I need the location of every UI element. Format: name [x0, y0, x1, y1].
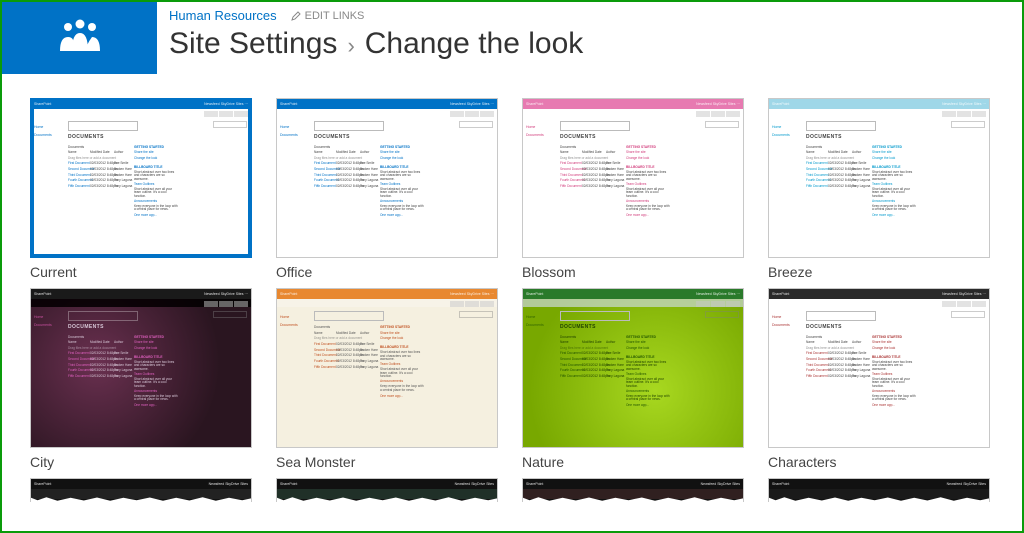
- thumb-main: DOCUMENTSDocumentsNameModified DateAutho…: [557, 117, 743, 257]
- theme-thumbnail-partial[interactable]: SharePointNewsfeedSkyDriveSites: [522, 478, 744, 502]
- theme-label: City: [30, 454, 252, 470]
- theme-label: Office: [276, 264, 498, 280]
- thumb-main: DOCUMENTSDocumentsNameModified DateAutho…: [65, 307, 251, 447]
- theme-label: Blossom: [522, 264, 744, 280]
- theme-tile[interactable]: SharePointNewsfeedSkyDriveSites⋯ HomeDocu…: [522, 98, 744, 280]
- thumb-suite-bar: SharePointNewsfeedSkyDriveSites⋯: [31, 289, 251, 299]
- theme-tile[interactable]: SharePointNewsfeedSkyDriveSites⋯ HomeDocu…: [30, 98, 252, 280]
- breadcrumb-site-settings[interactable]: Site Settings: [169, 27, 337, 61]
- thumb-ribbon-tabs: [31, 109, 251, 117]
- thumb-body: HomeDocumentsDOCUMENTSDocumentsNameModif…: [769, 117, 989, 257]
- theme-thumbnail-partial[interactable]: SharePointNewsfeedSkyDriveSites: [768, 478, 990, 502]
- theme-thumbnail[interactable]: SharePointNewsfeedSkyDriveSites⋯ HomeDocu…: [522, 288, 744, 448]
- theme-thumbnail[interactable]: SharePointNewsfeedSkyDriveSites⋯ HomeDocu…: [768, 98, 990, 258]
- breadcrumb-separator-icon: ›: [347, 33, 354, 59]
- theme-gallery: SharePointNewsfeedSkyDriveSites⋯ HomeDocu…: [2, 80, 1022, 470]
- thumb-main: DOCUMENTSDocumentsNameModified DateAutho…: [311, 117, 497, 257]
- thumb-body: HomeDocumentsDOCUMENTSDocumentsNameModif…: [523, 117, 743, 257]
- theme-thumbnail[interactable]: SharePointNewsfeedSkyDriveSites⋯ HomeDocu…: [276, 288, 498, 448]
- thumb-main: DOCUMENTSDocumentsNameModified DateAutho…: [557, 307, 743, 447]
- theme-label: Sea Monster: [276, 454, 498, 470]
- theme-gallery-row3: SharePointNewsfeedSkyDriveSites SharePoin…: [2, 470, 1022, 502]
- thumb-sidebar: HomeDocuments: [31, 307, 65, 447]
- site-link[interactable]: Human Resources: [169, 8, 277, 23]
- theme-tile[interactable]: SharePointNewsfeedSkyDriveSites⋯ HomeDocu…: [276, 98, 498, 280]
- thumb-ribbon-tabs: [277, 109, 497, 117]
- theme-thumbnail[interactable]: SharePointNewsfeedSkyDriveSites⋯ HomeDocu…: [276, 98, 498, 258]
- thumb-ribbon-tabs: [769, 109, 989, 117]
- theme-thumbnail-partial[interactable]: SharePointNewsfeedSkyDriveSites: [30, 478, 252, 502]
- pencil-icon: [291, 11, 301, 21]
- edit-links-button[interactable]: EDIT LINKS: [291, 10, 365, 22]
- theme-tile[interactable]: SharePointNewsfeedSkyDriveSites⋯ HomeDocu…: [768, 288, 990, 470]
- theme-tile[interactable]: SharePointNewsfeedSkyDriveSites⋯ HomeDocu…: [768, 98, 990, 280]
- top-links: Human Resources EDIT LINKS: [169, 8, 583, 23]
- breadcrumb: Site Settings › Change the look: [169, 27, 583, 61]
- thumb-suite-bar: SharePointNewsfeedSkyDriveSites⋯: [277, 99, 497, 109]
- thumb-sidebar: HomeDocuments: [277, 117, 311, 257]
- thumb-ribbon-tabs: [769, 299, 989, 307]
- site-logo[interactable]: [2, 2, 157, 74]
- breadcrumb-change-look: Change the look: [365, 27, 584, 61]
- thumb-suite-bar: SharePointNewsfeedSkyDriveSites⋯: [523, 289, 743, 299]
- thumb-sidebar: HomeDocuments: [277, 307, 311, 447]
- thumb-sidebar: HomeDocuments: [523, 307, 557, 447]
- theme-label: Current: [30, 264, 252, 280]
- thumb-sidebar: HomeDocuments: [523, 117, 557, 257]
- thumb-body: HomeDocumentsDocumentsNameModified DateA…: [277, 307, 497, 447]
- theme-tile[interactable]: SharePointNewsfeedSkyDriveSites⋯ HomeDocu…: [30, 288, 252, 470]
- theme-thumbnail[interactable]: SharePointNewsfeedSkyDriveSites⋯ HomeDocu…: [768, 288, 990, 448]
- theme-label: Nature: [522, 454, 744, 470]
- people-icon: [56, 19, 104, 57]
- header-text-block: Human Resources EDIT LINKS Site Settings…: [157, 2, 583, 61]
- thumb-body: HomeDocumentsDOCUMENTSDocumentsNameModif…: [523, 307, 743, 447]
- thumb-suite-bar: SharePointNewsfeedSkyDriveSites⋯: [31, 99, 251, 109]
- theme-thumbnail[interactable]: SharePointNewsfeedSkyDriveSites⋯ HomeDocu…: [30, 288, 252, 448]
- theme-tile[interactable]: SharePointNewsfeedSkyDriveSites⋯ HomeDocu…: [522, 288, 744, 470]
- thumb-ribbon-tabs: [523, 109, 743, 117]
- thumb-main: DocumentsNameModified DateAuthorDrag fil…: [311, 307, 497, 447]
- thumb-main: DOCUMENTSDocumentsNameModified DateAutho…: [65, 117, 251, 257]
- thumb-sidebar: HomeDocuments: [769, 117, 803, 257]
- thumb-suite-bar: SharePointNewsfeedSkyDriveSites⋯: [277, 289, 497, 299]
- thumb-sidebar: HomeDocuments: [31, 117, 65, 257]
- theme-tile[interactable]: SharePointNewsfeedSkyDriveSites⋯ HomeDocu…: [276, 288, 498, 470]
- thumb-suite-bar: SharePointNewsfeedSkyDriveSites⋯: [769, 289, 989, 299]
- thumb-body: HomeDocumentsDOCUMENTSDocumentsNameModif…: [31, 307, 251, 447]
- thumb-body: HomeDocumentsDOCUMENTSDocumentsNameModif…: [769, 307, 989, 447]
- thumb-ribbon-tabs: [31, 299, 251, 307]
- thumb-suite-bar: SharePointNewsfeedSkyDriveSites⋯: [769, 99, 989, 109]
- theme-thumbnail[interactable]: SharePointNewsfeedSkyDriveSites⋯ HomeDocu…: [522, 98, 744, 258]
- theme-label: Characters: [768, 454, 990, 470]
- page-header: Human Resources EDIT LINKS Site Settings…: [2, 2, 1022, 80]
- thumb-ribbon-tabs: [277, 299, 497, 307]
- thumb-suite-bar: SharePointNewsfeedSkyDriveSites⋯: [523, 99, 743, 109]
- thumb-sidebar: HomeDocuments: [769, 307, 803, 447]
- thumb-ribbon-tabs: [523, 299, 743, 307]
- theme-label: Breeze: [768, 264, 990, 280]
- theme-thumbnail[interactable]: SharePointNewsfeedSkyDriveSites⋯ HomeDocu…: [30, 98, 252, 258]
- edit-links-label: EDIT LINKS: [305, 10, 365, 22]
- thumb-body: HomeDocumentsDOCUMENTSDocumentsNameModif…: [277, 117, 497, 257]
- theme-thumbnail-partial[interactable]: SharePointNewsfeedSkyDriveSites: [276, 478, 498, 502]
- thumb-main: DOCUMENTSDocumentsNameModified DateAutho…: [803, 307, 989, 447]
- thumb-body: HomeDocumentsDOCUMENTSDocumentsNameModif…: [31, 117, 251, 257]
- thumb-main: DOCUMENTSDocumentsNameModified DateAutho…: [803, 117, 989, 257]
